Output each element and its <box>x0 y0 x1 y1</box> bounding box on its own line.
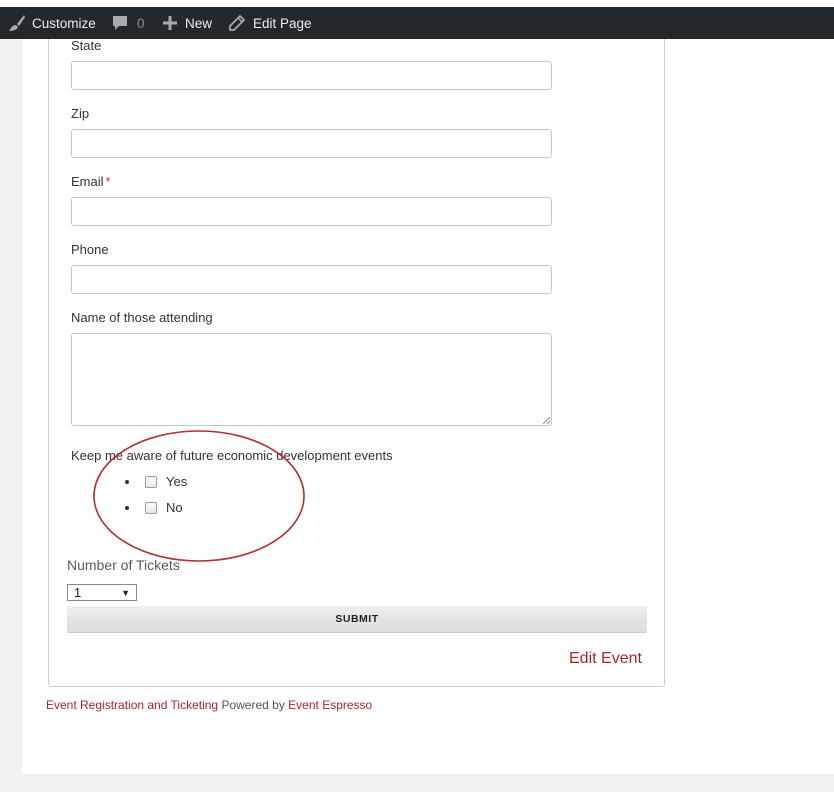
edit-page-label: Edit Page <box>253 15 312 31</box>
attending-label: Name of those attending <box>71 310 213 325</box>
powered-by-text: Powered by <box>221 698 285 712</box>
event-registration-link[interactable]: Event Registration and Ticketing <box>46 698 218 712</box>
tickets-select-value: 1 <box>74 585 82 600</box>
phone-label: Phone <box>71 242 109 257</box>
footer: Event Registration and Ticketing Powered… <box>46 698 372 712</box>
state-input[interactable] <box>71 61 552 90</box>
edit-page-link[interactable]: Edit Page <box>229 7 312 39</box>
bullet <box>125 505 129 510</box>
bottom-strip <box>0 774 834 792</box>
no-checkbox[interactable] <box>145 501 157 514</box>
dropdown-arrow-icon: ▼ <box>121 587 130 598</box>
paintbrush-icon <box>9 15 25 31</box>
no-label: No <box>166 500 183 515</box>
resize-grip-icon[interactable] <box>541 415 551 425</box>
state-label: State <box>71 38 102 53</box>
option-no: No <box>125 500 183 515</box>
email-label-text: Email <box>71 174 104 189</box>
top-strip <box>0 0 834 7</box>
email-input[interactable] <box>71 197 552 226</box>
comment-bubble-icon <box>113 16 127 30</box>
phone-input[interactable] <box>71 265 552 294</box>
admin-bar: Customize 0 New Edit Page <box>0 7 834 39</box>
event-espresso-link[interactable]: Event Espresso <box>288 698 372 712</box>
tickets-select[interactable]: 1 ▼ <box>67 584 137 601</box>
customize-link[interactable]: Customize <box>8 7 96 39</box>
bullet <box>125 479 129 484</box>
email-label: Email * <box>71 174 111 189</box>
customize-label: Customize <box>32 15 96 31</box>
required-mark: * <box>105 174 111 189</box>
tickets-label: Number of Tickets <box>67 557 180 573</box>
new-label: New <box>185 15 213 31</box>
plus-icon <box>163 16 177 30</box>
new-link[interactable]: New <box>163 7 212 39</box>
zip-label: Zip <box>71 106 90 121</box>
attending-textarea[interactable] <box>71 333 552 426</box>
yes-label: Yes <box>166 474 188 489</box>
pencil-icon <box>229 15 245 31</box>
comments-count: 0 <box>137 15 145 31</box>
keep-aware-label: Keep me aware of future economic develop… <box>71 448 393 463</box>
option-yes: Yes <box>125 474 187 489</box>
comments-link[interactable]: 0 <box>111 7 145 39</box>
edit-event-link[interactable]: Edit Event <box>569 650 642 668</box>
zip-input[interactable] <box>71 129 552 158</box>
yes-checkbox[interactable] <box>145 475 157 488</box>
submit-button[interactable]: SUBMIT <box>67 606 647 632</box>
